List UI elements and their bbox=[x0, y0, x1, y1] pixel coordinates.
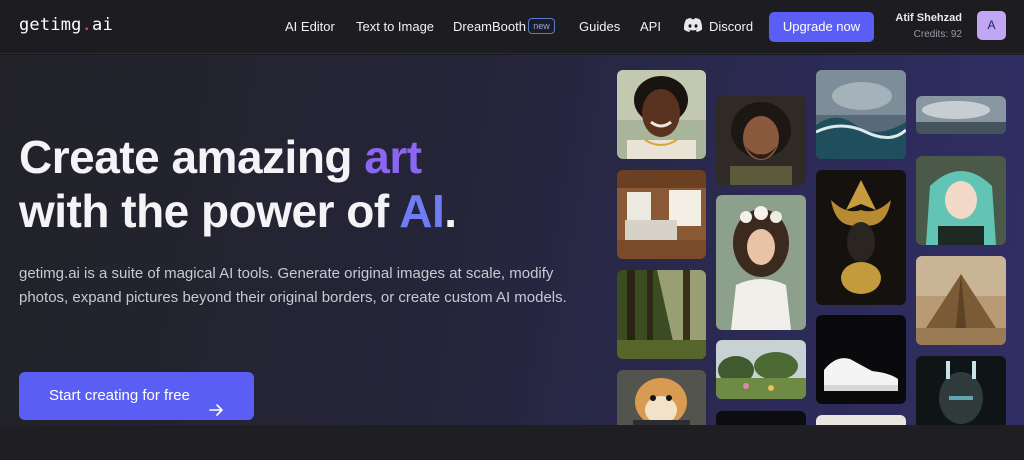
discord-icon[interactable] bbox=[683, 17, 703, 33]
gallery-image-hamster bbox=[617, 370, 706, 425]
nav-dreambooth[interactable]: DreamBooth bbox=[453, 19, 526, 34]
nav-guides[interactable]: Guides bbox=[579, 19, 620, 34]
gallery-image-bearded-warrior bbox=[716, 96, 806, 185]
cta-label: Start creating for free bbox=[49, 387, 190, 404]
gallery-image-garden-landscape bbox=[716, 340, 806, 399]
upgrade-now-button[interactable]: Upgrade now bbox=[769, 12, 874, 42]
top-navbar: getimg.ai AI Editor Text to Image DreamB… bbox=[0, 0, 1024, 54]
gallery-image-dark bbox=[716, 411, 806, 425]
gallery-image-cloudy-sea bbox=[916, 96, 1006, 134]
logo-suffix: ai bbox=[92, 15, 113, 35]
nav-ai-editor[interactable]: AI Editor bbox=[285, 19, 335, 34]
hero-description: getimg.ai is a suite of magical AI tools… bbox=[19, 265, 567, 306]
new-badge: new bbox=[528, 18, 555, 34]
headline-accent-art: art bbox=[364, 131, 422, 183]
gallery-image-white-sneaker bbox=[816, 315, 906, 404]
gallery-image-golden-mask bbox=[816, 170, 906, 305]
user-name: Atif Shehzad bbox=[895, 12, 962, 24]
gallery-image-cyborg bbox=[916, 356, 1006, 425]
gallery-image-portrait-man bbox=[617, 70, 706, 159]
nav-text-to-image[interactable]: Text to Image bbox=[356, 19, 434, 34]
logo-dot: . bbox=[81, 15, 93, 35]
hero-section: Create amazing art with the power of AI.… bbox=[0, 55, 1024, 425]
user-credits: Credits: 92 bbox=[913, 29, 962, 40]
logo-text: getimg bbox=[19, 15, 82, 35]
headline-line-2: with the power of AI. bbox=[19, 184, 457, 238]
gallery-image-light bbox=[816, 415, 906, 425]
footer-strip bbox=[0, 425, 1024, 460]
logo[interactable]: getimg.ai bbox=[19, 15, 113, 35]
headline-text: Create amazing bbox=[19, 131, 365, 183]
nav-discord[interactable]: Discord bbox=[709, 19, 753, 34]
headline-period: . bbox=[444, 185, 457, 237]
gallery-image-flower-crown-woman bbox=[716, 195, 806, 330]
hero-headline: Create amazing art with the power of AI. bbox=[19, 130, 457, 238]
start-creating-button[interactable]: Start creating for free bbox=[19, 372, 254, 420]
headline-text: with the power of bbox=[19, 185, 400, 237]
gallery-image-bedroom bbox=[617, 170, 706, 259]
gallery-image-pyramid bbox=[916, 256, 1006, 345]
headline-line-1: Create amazing art bbox=[19, 130, 457, 184]
nav-api[interactable]: API bbox=[640, 19, 661, 34]
arrow-right-icon bbox=[209, 389, 224, 416]
avatar[interactable]: A bbox=[977, 11, 1006, 40]
headline-accent-ai: AI bbox=[399, 185, 445, 237]
gallery-image-anime-girl bbox=[916, 156, 1006, 245]
gallery-image-stormy-ocean bbox=[816, 70, 906, 159]
gallery-image-forest bbox=[617, 270, 706, 359]
